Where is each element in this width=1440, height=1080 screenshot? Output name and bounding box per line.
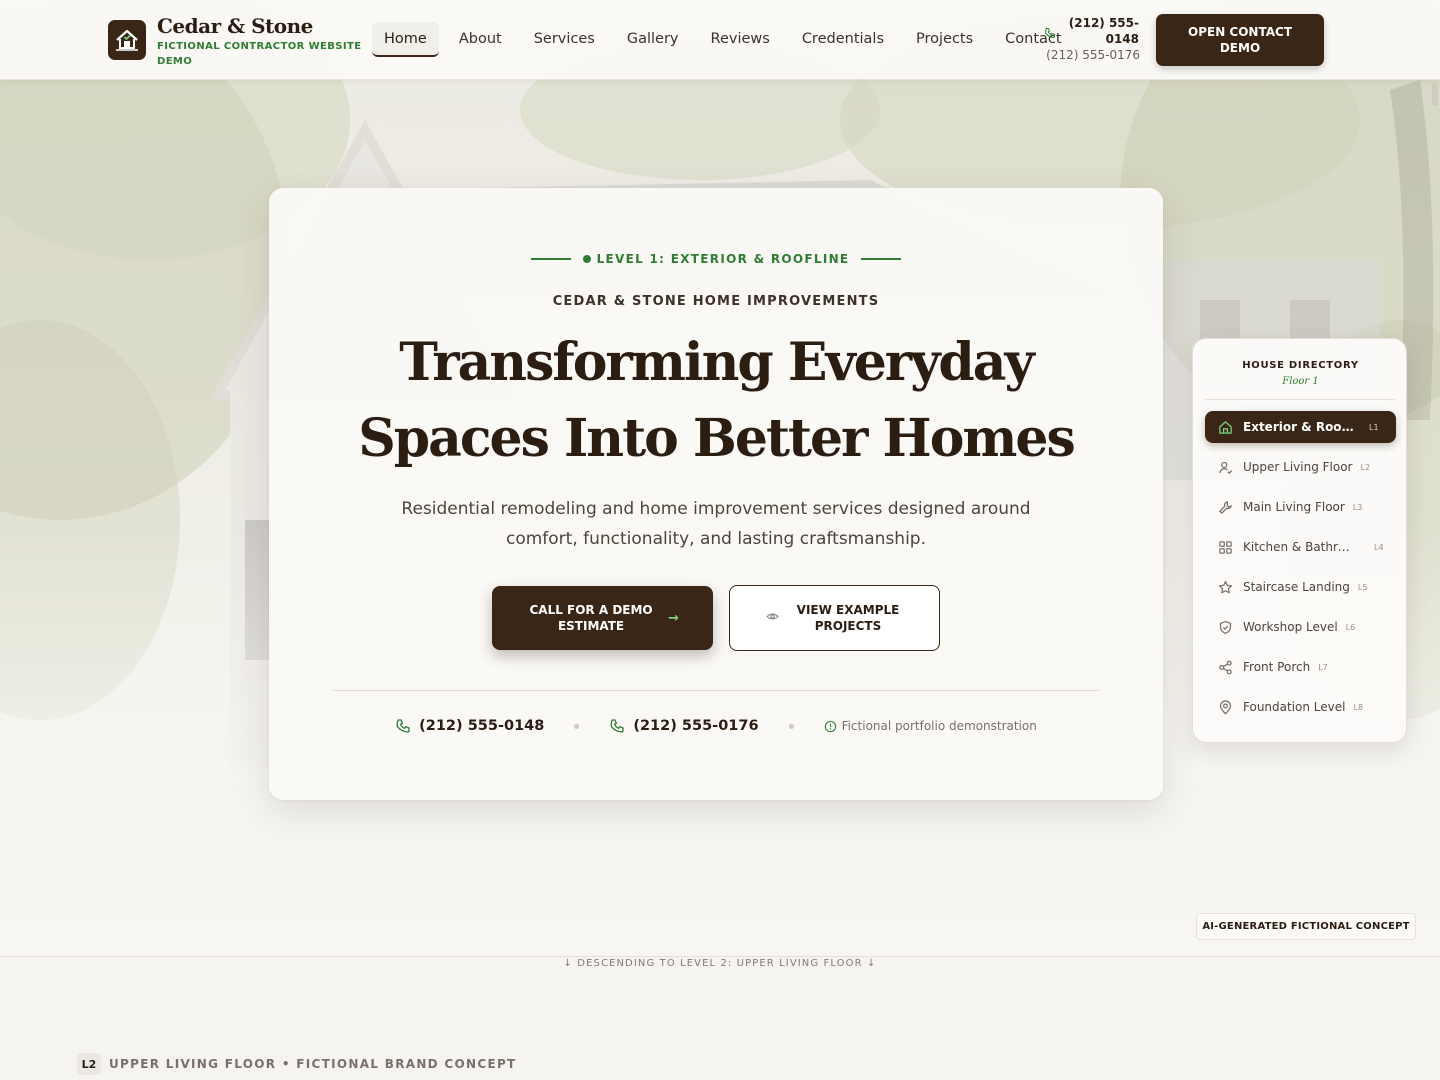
directory-item-staircase-landing[interactable]: Staircase Landing L5	[1205, 571, 1396, 603]
page-scrollbar[interactable]	[1432, 82, 1438, 106]
hero-contact-row: (212) 555-0148 (212) 555-0176 Fictional …	[269, 714, 1163, 738]
directory-item-level: L5	[1357, 582, 1368, 592]
nav-projects[interactable]: Projects	[904, 22, 985, 57]
nav-services[interactable]: Services	[522, 22, 607, 57]
next-level-heading: L2 UPPER LIVING FLOOR • FICTIONAL BRAND …	[77, 1053, 517, 1075]
directory-item-level: L3	[1352, 502, 1363, 512]
directory-item-level: L1	[1369, 422, 1379, 432]
house-directory: HOUSE DIRECTORY Floor 1 Exterior & Roofl…	[1192, 338, 1407, 743]
call-demo-estimate-button[interactable]: CALL FOR A DEMO ESTIMATE →	[492, 586, 713, 650]
directory-item-main-living-floor[interactable]: Main Living Floor L3	[1205, 491, 1396, 523]
hero-subcopy: Residential remodeling and home improvem…	[401, 499, 1031, 549]
directory-item-label: Upper Living Floor	[1243, 460, 1353, 474]
phone-icon	[610, 719, 625, 733]
hero-phone-2[interactable]: (212) 555-0176	[609, 718, 759, 734]
header-phone-secondary[interactable]: (212) 555-0176	[1040, 48, 1140, 62]
directory-item-label: Front Porch	[1243, 660, 1311, 674]
hero-phone-2-text: (212) 555-0176	[633, 718, 759, 734]
directory-item-level: L7	[1318, 662, 1328, 672]
hero-headline: Transforming Everyday Spaces Into Better…	[358, 332, 1076, 469]
directory-item-foundation-level[interactable]: Foundation Level L8	[1205, 691, 1396, 723]
nav-home[interactable]: Home	[372, 22, 439, 57]
nav-about[interactable]: About	[447, 22, 514, 57]
descending-indicator: ↓ DESCENDING TO LEVEL 2: UPPER LIVING FL…	[563, 958, 877, 969]
star-icon	[1217, 579, 1233, 595]
view-example-projects-label: VIEW EXAMPLE PROJECTS	[796, 603, 900, 633]
nav-credentials[interactable]: Credentials	[790, 22, 896, 57]
brand-tagline: FICTIONAL CONTRACTOR WEBSITE DEMO	[157, 41, 362, 67]
directory-item-label: Main Living Floor	[1243, 500, 1345, 514]
fictional-note: Fictional portfolio demonstration	[824, 719, 1037, 733]
site-header: Cedar & Stone FICTIONAL CONTRACTOR WEBSI…	[0, 0, 1440, 80]
section-divider	[0, 956, 1440, 957]
dot-separator	[574, 723, 580, 729]
arrow-right-icon: →	[668, 610, 679, 626]
call-demo-estimate-label: CALL FOR A DEMO ESTIMATE	[529, 603, 653, 633]
directory-item-level: L6	[1345, 622, 1356, 632]
directory-item-level: L2	[1360, 462, 1371, 472]
directory-item-label: Kitchen & Bathrooms	[1243, 540, 1356, 554]
next-level-label: UPPER LIVING FLOOR • FICTIONAL BRAND CON…	[109, 1057, 517, 1071]
ai-generated-badge: AI-GENERATED FICTIONAL CONCEPT	[1196, 913, 1416, 940]
directory-item-front-porch[interactable]: Front Porch L7	[1205, 651, 1396, 683]
wrench-icon	[1217, 499, 1233, 515]
hero-phone-1[interactable]: (212) 555-0148	[395, 718, 544, 734]
user-icon	[1217, 459, 1233, 475]
home-icon	[1217, 419, 1233, 435]
directory-item-workshop-level[interactable]: Workshop Level L6	[1205, 611, 1396, 643]
dot-separator	[788, 723, 794, 729]
brand-name[interactable]: Cedar & Stone	[157, 14, 313, 38]
level-eyebrow: LEVEL 1: EXTERIOR & ROOFLINE	[269, 252, 1163, 266]
phone-icon	[396, 719, 410, 733]
main-nav: Home About Services Gallery Reviews Cred…	[372, 22, 1082, 57]
view-example-projects-button[interactable]: VIEW EXAMPLE PROJECTS	[729, 585, 940, 651]
directory-item-level: L8	[1353, 702, 1364, 712]
grid-icon	[1217, 539, 1233, 555]
directory-item-kitchen-bathrooms[interactable]: Kitchen & Bathrooms L4	[1205, 531, 1396, 563]
shield-icon	[1217, 619, 1233, 635]
directory-divider	[1205, 399, 1395, 400]
directory-item-upper-living-floor[interactable]: Upper Living Floor L2	[1205, 451, 1396, 483]
directory-item-label: Exterior & Roofline	[1243, 420, 1361, 434]
directory-title: HOUSE DIRECTORY	[1242, 360, 1359, 371]
hero-phone-1-text: (212) 555-0148	[419, 718, 545, 734]
nav-reviews[interactable]: Reviews	[699, 22, 782, 57]
info-icon	[824, 720, 836, 732]
hero-divider	[333, 690, 1099, 691]
open-contact-demo-button[interactable]: OPEN CONTACT DEMO	[1156, 14, 1324, 66]
eye-icon	[766, 610, 779, 626]
share-icon	[1217, 659, 1233, 675]
company-name: CEDAR & STONE HOME IMPROVEMENTS	[552, 294, 880, 309]
eyebrow-dot	[582, 255, 591, 263]
eyebrow-line-left	[530, 258, 571, 260]
directory-item-label: Foundation Level	[1243, 700, 1346, 714]
level-badge: L2	[77, 1053, 101, 1075]
eyebrow-line-right	[861, 258, 902, 260]
directory-item-exterior-roofline[interactable]: Exterior & Roofline L1	[1205, 411, 1396, 443]
directory-item-label: Staircase Landing	[1243, 580, 1350, 594]
nav-gallery[interactable]: Gallery	[615, 22, 691, 57]
directory-item-label: Workshop Level	[1243, 620, 1338, 634]
fictional-note-text: Fictional portfolio demonstration	[841, 719, 1037, 733]
eyebrow-text: LEVEL 1: EXTERIOR & ROOFLINE	[596, 252, 850, 266]
directory-item-level: L4	[1374, 542, 1384, 552]
house-icon[interactable]	[108, 20, 146, 60]
map-pin-icon	[1217, 699, 1233, 715]
header-phone-primary[interactable]: (212) 555-0148	[1052, 15, 1139, 47]
directory-floor: Floor 1	[1282, 376, 1319, 387]
hero-card: LEVEL 1: EXTERIOR & ROOFLINE CEDAR & STO…	[269, 188, 1163, 800]
